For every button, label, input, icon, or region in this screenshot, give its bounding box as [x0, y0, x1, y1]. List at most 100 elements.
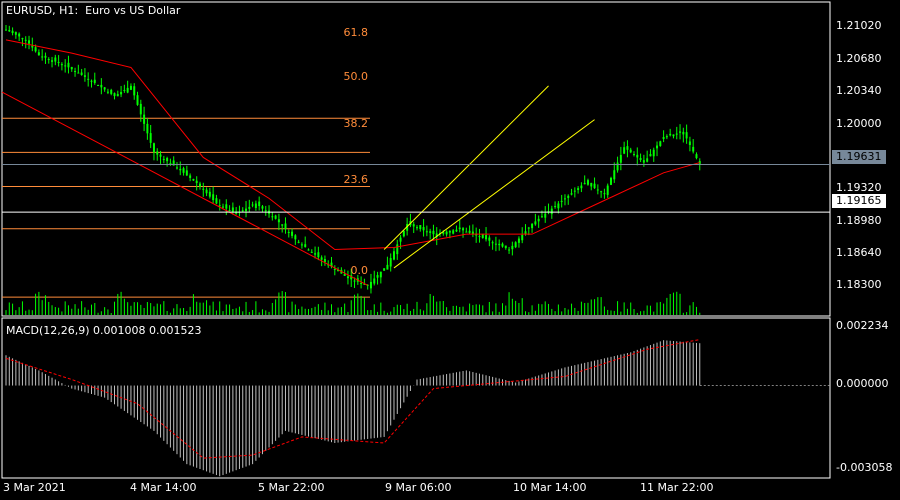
fibonacci-retracement[interactable]: [2, 117, 370, 298]
time-label: 4 Mar 14:00: [130, 481, 197, 494]
candle-body: [692, 146, 695, 152]
fib-level-label: 38.2: [343, 117, 369, 130]
candle-body: [34, 47, 37, 52]
candle-body: [455, 229, 458, 232]
hline-price-tag[interactable]: 1.19165: [832, 194, 886, 208]
candle-body: [126, 87, 129, 93]
fib-level-label: 61.8: [343, 26, 369, 39]
candle-body: [90, 80, 93, 82]
candle-body: [399, 237, 402, 242]
price-tick: 1.18980: [836, 214, 882, 227]
candle-body: [537, 218, 540, 222]
candle-body: [360, 282, 363, 284]
candle-body: [77, 72, 80, 74]
candle-body: [60, 64, 63, 66]
candle-body: [133, 86, 136, 96]
candle-body: [600, 191, 603, 193]
candle-body: [511, 245, 514, 250]
candle-body: [320, 257, 323, 260]
candle-body: [169, 162, 172, 164]
chart-title: EURUSD, H1: Euro vs US Dollar: [6, 4, 181, 17]
candle-body: [67, 62, 70, 68]
candle-body: [550, 208, 553, 215]
candle-body: [508, 249, 511, 251]
candle-body: [379, 271, 382, 278]
candle-body: [47, 59, 50, 61]
candle-body: [560, 200, 563, 202]
macd-signal-polyline: [5, 339, 700, 459]
candle-body: [425, 231, 428, 233]
candle-body: [590, 182, 593, 187]
candle-body: [573, 190, 576, 192]
candle-body: [18, 33, 21, 37]
candle-body: [208, 191, 211, 197]
trend-channel[interactable]: [1, 85, 595, 286]
candle-body: [623, 147, 626, 154]
candle-body: [261, 206, 264, 209]
candle-body: [175, 167, 178, 169]
candle-body: [544, 213, 547, 218]
candle-body: [304, 244, 307, 247]
candle-body: [241, 210, 244, 212]
candle-body: [458, 227, 461, 230]
candle-body: [198, 183, 201, 187]
candle-body: [294, 235, 297, 240]
candle-body: [202, 188, 205, 190]
candle-body: [100, 84, 103, 88]
candle-body: [534, 221, 537, 225]
macd-tick: -0.003058: [836, 461, 893, 474]
candle-body: [517, 238, 520, 243]
candle-body: [222, 206, 225, 208]
candle-body: [218, 205, 221, 207]
time-label: 11 Mar 22:00: [640, 481, 714, 494]
candle-body: [636, 154, 639, 158]
candle-body: [31, 45, 34, 48]
candle-body: [659, 141, 662, 146]
candle-body: [422, 227, 425, 231]
symbol-description: Euro vs US Dollar: [85, 4, 181, 17]
candle-body: [5, 29, 7, 31]
candle-body: [672, 134, 675, 137]
candle-body: [284, 223, 287, 230]
candle-body: [195, 180, 198, 184]
candle-body: [501, 243, 504, 247]
candle-body: [468, 230, 471, 233]
candle-body: [554, 206, 557, 208]
candle-body: [488, 237, 491, 241]
candle-body: [389, 258, 392, 267]
price-tick: 1.19320: [836, 181, 882, 194]
candle-body: [28, 40, 31, 44]
candle-body: [123, 89, 126, 91]
candle-body: [192, 178, 195, 181]
candle-body: [149, 133, 152, 143]
candle-body: [179, 168, 182, 171]
price-chart-canvas[interactable]: [0, 0, 900, 500]
candle-body: [586, 180, 589, 185]
candle-body: [603, 193, 606, 195]
price-tick: 1.21020: [836, 19, 882, 32]
candle-body: [527, 227, 530, 229]
candle-body: [93, 79, 96, 83]
time-label: 9 Mar 06:00: [385, 481, 452, 494]
candle-body: [83, 75, 86, 77]
candle-body: [662, 137, 665, 139]
volume-bars: [5, 291, 701, 315]
candle-body: [343, 273, 346, 276]
candle-body: [448, 230, 451, 233]
candle-body: [231, 207, 234, 213]
candle-body: [333, 268, 336, 270]
candle-body: [274, 215, 277, 219]
candle-body: [419, 225, 422, 230]
candle-body: [51, 60, 54, 62]
candle-body: [264, 210, 267, 212]
price-lines[interactable]: [2, 164, 830, 213]
candle-body: [41, 56, 44, 58]
candle-body: [563, 198, 566, 200]
candle-body: [675, 133, 678, 135]
candle-body: [373, 278, 376, 284]
candle-body: [652, 149, 655, 157]
price-tick: 1.20340: [836, 84, 882, 97]
candlesticks[interactable]: [5, 25, 701, 294]
candle-body: [665, 136, 668, 138]
time-label: 10 Mar 14:00: [513, 481, 587, 494]
